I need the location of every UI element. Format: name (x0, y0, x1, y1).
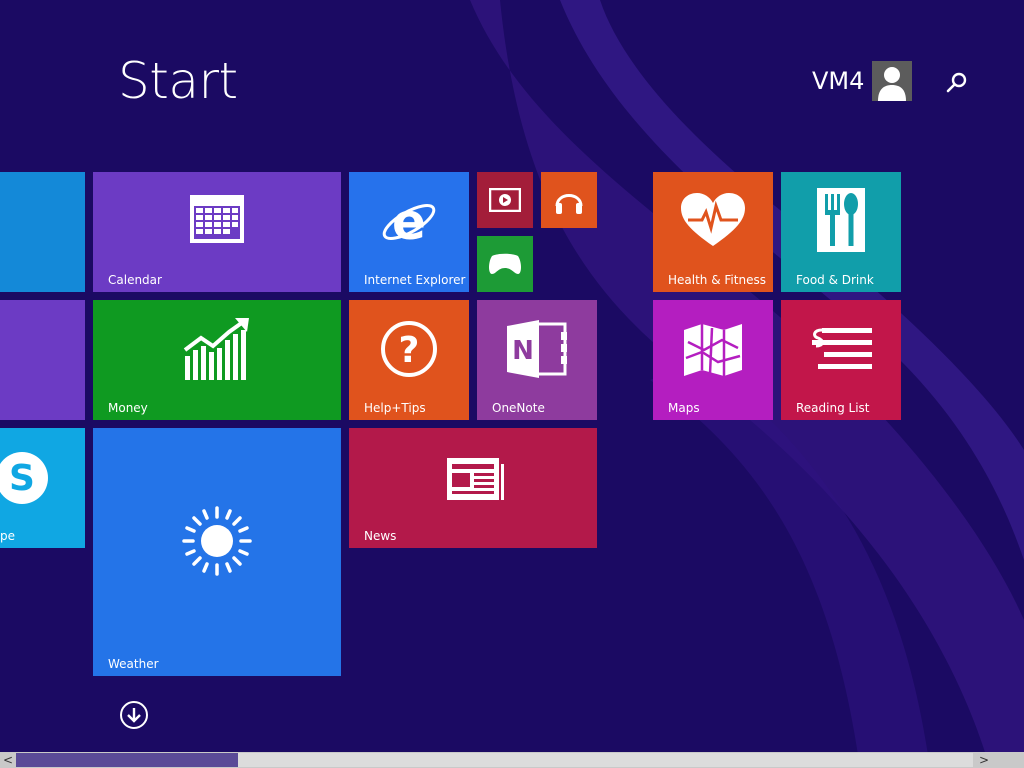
internet-explorer-icon: e (382, 193, 436, 251)
scroll-track[interactable] (16, 753, 238, 767)
sun-icon (182, 506, 252, 576)
tile-label: Maps (668, 401, 700, 415)
tile-music[interactable] (541, 172, 597, 228)
tile-reading-list[interactable]: Reading List (781, 300, 901, 420)
tile-onenote[interactable]: N OneNote (477, 300, 597, 420)
arrow-down-circle-icon (120, 701, 148, 729)
tile-label: Money (108, 401, 148, 415)
skype-icon: S (0, 452, 48, 504)
search-icon (946, 72, 967, 93)
svg-text:?: ? (399, 330, 420, 371)
tile-label: Internet Explorer (364, 273, 466, 287)
heart-pulse-icon (681, 193, 745, 246)
tile-calendar[interactable]: Calendar (93, 172, 341, 292)
onenote-icon: N (507, 320, 567, 378)
tile-internet-explorer[interactable]: e Internet Explorer (349, 172, 469, 292)
svg-text:N: N (512, 336, 534, 366)
tile-label: News (364, 529, 397, 543)
map-icon (684, 324, 742, 376)
tile-health-fitness[interactable]: Health & Fitness (653, 172, 773, 292)
headphones-icon (555, 194, 583, 214)
video-icon (489, 188, 521, 212)
scroll-thumb[interactable] (238, 753, 973, 767)
tile-label: Food & Drink (796, 273, 874, 287)
tile-news[interactable]: News (349, 428, 597, 548)
calendar-icon (190, 195, 244, 243)
tile-label: Health & Fitness (668, 273, 766, 287)
chart-growth-icon (183, 318, 249, 380)
search-button[interactable] (944, 70, 970, 96)
scroll-left-button[interactable]: < (0, 752, 16, 768)
tile-games[interactable] (477, 236, 533, 292)
tile-partial-top[interactable] (0, 172, 85, 292)
chevron-left-icon: < (2, 753, 14, 767)
tile-weather[interactable]: Weather (93, 428, 341, 676)
tile-help-tips[interactable]: ? Help+Tips (349, 300, 469, 420)
user-name: VM4 (812, 67, 865, 95)
tile-label: Weather (108, 657, 159, 671)
question-icon: ? (381, 321, 437, 377)
xbox-controller-icon (489, 253, 521, 274)
tile-food-drink[interactable]: Food & Drink (781, 172, 901, 292)
chevron-right-icon: > (978, 753, 990, 767)
svg-text:S: S (9, 458, 35, 499)
all-apps-button[interactable] (119, 700, 149, 730)
newspaper-icon (447, 458, 504, 500)
tile-label: Help+Tips (364, 401, 426, 415)
tile-skype[interactable]: S pe (0, 428, 85, 548)
tile-label: OneNote (492, 401, 545, 415)
tile-maps[interactable]: Maps (653, 300, 773, 420)
tile-label: Calendar (108, 273, 162, 287)
start-title: Start (118, 52, 238, 110)
tile-label: Reading List (796, 401, 870, 415)
reading-list-icon (812, 328, 872, 369)
user-silhouette-icon (872, 61, 913, 101)
user-account[interactable]: VM4 (812, 60, 913, 102)
tile-label: pe (0, 529, 15, 543)
tile-money[interactable]: Money (93, 300, 341, 420)
scroll-right-button[interactable]: > (976, 752, 992, 768)
tile-video[interactable] (477, 172, 533, 228)
fork-spoon-icon (817, 188, 865, 252)
tile-partial-middle[interactable] (0, 300, 85, 420)
svg-text:e: e (392, 193, 426, 251)
horizontal-scrollbar[interactable]: < > (0, 752, 1024, 768)
